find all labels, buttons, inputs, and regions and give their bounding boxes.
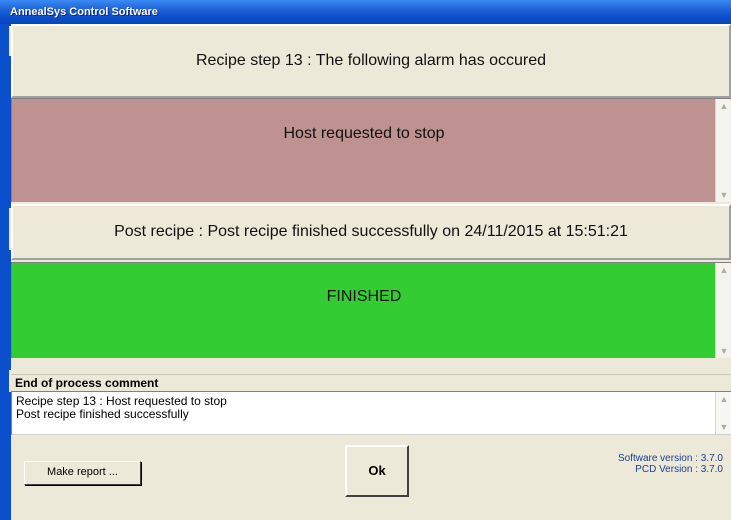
scroll-down-arrow-icon[interactable]: ▼ bbox=[716, 188, 731, 202]
comment-scrollbar[interactable]: ▲ ▼ bbox=[715, 392, 731, 434]
scroll-up-arrow-icon[interactable]: ▲ bbox=[716, 263, 731, 277]
ok-button[interactable]: Ok bbox=[345, 445, 409, 497]
make-report-button[interactable]: Make report ... bbox=[24, 461, 141, 485]
window-title: AnnealSys Control Software bbox=[10, 6, 158, 18]
pcd-version-text: PCD Version : 3.7.0 bbox=[635, 464, 723, 475]
alarm-banner-text: Recipe step 13 : The following alarm has… bbox=[195, 52, 547, 69]
post-recipe-status-panel: FINISHED ▲ ▼ bbox=[11, 262, 731, 358]
window-frame-left bbox=[0, 24, 11, 520]
post-recipe-banner-text: Post recipe : Post recipe finished succe… bbox=[114, 223, 628, 240]
alarm-banner: Recipe step 13 : The following alarm has… bbox=[11, 24, 731, 98]
software-version-text: Software version : 3.7.0 bbox=[617, 453, 723, 464]
scroll-up-arrow-icon[interactable]: ▲ bbox=[716, 99, 731, 113]
alarm-message-panel: Host requested to stop ▲ ▼ bbox=[11, 98, 731, 202]
scroll-up-arrow-icon[interactable]: ▲ bbox=[716, 392, 731, 406]
alarm-panel-scrollbar[interactable]: ▲ ▼ bbox=[715, 99, 731, 202]
scroll-down-arrow-icon[interactable]: ▼ bbox=[716, 420, 731, 434]
comment-line: Post recipe finished successfully bbox=[16, 407, 189, 421]
alarm-message-text: Host requested to stop bbox=[283, 125, 445, 142]
comment-label: End of process comment bbox=[11, 374, 731, 391]
comment-textarea[interactable]: Recipe step 13 : Host requested to stop … bbox=[11, 391, 731, 435]
post-recipe-status-text: FINISHED bbox=[326, 288, 402, 305]
dialog-client-area: Recipe step 13 : The following alarm has… bbox=[11, 24, 731, 520]
post-recipe-banner: Post recipe : Post recipe finished succe… bbox=[11, 204, 731, 260]
scroll-down-arrow-icon[interactable]: ▼ bbox=[716, 344, 731, 358]
status-panel-scrollbar[interactable]: ▲ ▼ bbox=[715, 263, 731, 358]
version-info: Software version : 3.7.0 PCD Version : 3… bbox=[618, 453, 723, 475]
window-title-bar[interactable]: AnnealSys Control Software bbox=[0, 0, 731, 24]
